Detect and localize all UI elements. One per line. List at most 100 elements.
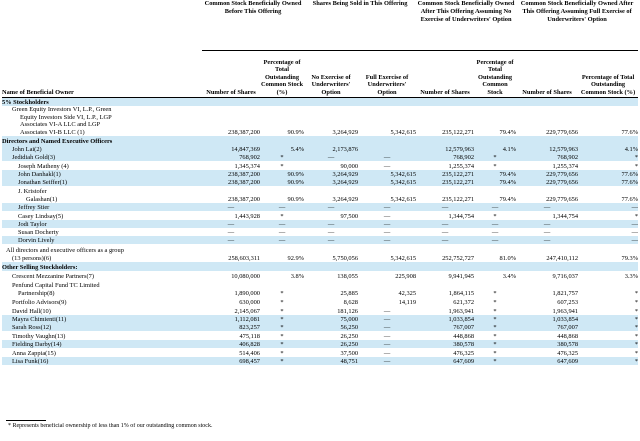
- table-cell: —: [278, 228, 286, 236]
- table-cell: *: [280, 298, 284, 306]
- table-cell: 9,716,037: [552, 272, 579, 280]
- table-cell: 5,342,615: [390, 254, 417, 262]
- row-name: Dorvin Lively: [2, 236, 202, 244]
- table-cell: —: [383, 349, 391, 357]
- row-name: Fielding Darby(14): [2, 340, 202, 348]
- row-name: John Lai(2): [2, 145, 202, 153]
- footnote-rule: [6, 420, 46, 421]
- table-cell: —: [631, 228, 639, 236]
- table-cell: 79.4%: [474, 178, 517, 186]
- table-cell: —: [358, 236, 417, 244]
- row-name: Susan Docherty: [18, 228, 59, 236]
- table-cell: —: [358, 357, 417, 365]
- table-cell: —: [474, 220, 517, 228]
- table-cell: 75,000: [304, 315, 359, 323]
- table-cell: *: [280, 162, 284, 170]
- table-cell: *: [474, 315, 517, 323]
- table-cell: 77.6%: [621, 195, 639, 203]
- table-cell: 79.4%: [499, 195, 517, 203]
- table-cell: 1,112,081: [202, 315, 260, 323]
- table-cell: —: [260, 220, 305, 228]
- table-cell: —: [358, 315, 417, 323]
- ownership-table-page: Common Stock Beneficially Owned Before T…: [0, 0, 640, 441]
- table-cell: 3.8%: [290, 272, 305, 280]
- table-cell: 14,847,369: [202, 145, 260, 153]
- table-cell: 235,122,271: [416, 178, 475, 186]
- table-cell: *: [260, 340, 305, 348]
- blank-header: [2, 0, 202, 50]
- row-name: Casey Lindsay(5): [18, 212, 64, 220]
- table-cell: *: [280, 332, 284, 340]
- footnote: * Represents beneficial ownership of les…: [8, 423, 213, 429]
- table-cell: —: [227, 228, 235, 236]
- table-cell: —: [383, 228, 391, 236]
- table-cell: *: [474, 340, 517, 348]
- table-cell: 380,578: [416, 340, 475, 348]
- table-cell: 5.4%: [260, 145, 305, 153]
- table-cell: 79.4%: [499, 128, 517, 136]
- table-cell: 3,264,929: [304, 178, 359, 186]
- section-other-sellers: Other Selling Stockholders:: [2, 262, 639, 271]
- table-cell: 448,868: [453, 332, 475, 340]
- table-cell: —: [383, 307, 391, 315]
- table-cell: 647,609: [516, 357, 579, 365]
- table-cell: 5,342,615: [390, 195, 417, 203]
- row-name: Jodi Taylor: [2, 220, 202, 228]
- table-cell: *: [578, 340, 639, 348]
- table-cell: *: [493, 307, 497, 315]
- header-num-shares-2: Number of Shares: [416, 50, 475, 98]
- table-cell: —: [474, 203, 517, 211]
- table-cell: *: [474, 357, 517, 365]
- table-cell: 238,387,200: [228, 128, 260, 136]
- table-cell: 4.1%: [474, 145, 517, 153]
- header-before-offering: Common Stock Beneficially Owned Before T…: [202, 0, 305, 51]
- table-cell: *: [634, 289, 639, 297]
- table-cell: —: [491, 228, 499, 236]
- penfund-name: Penfund Capital Fund TC Limited Partners…: [12, 282, 100, 297]
- table-cell: —: [543, 228, 551, 236]
- table-cell: 2,173,876: [304, 145, 359, 153]
- table-cell: *: [280, 289, 284, 297]
- table-cell: [358, 145, 417, 153]
- table-cell: *: [474, 323, 517, 331]
- table-cell: 97,500: [340, 212, 359, 220]
- table-cell: *: [493, 298, 497, 306]
- table-cell: *: [493, 349, 497, 357]
- table-cell: 14,119: [398, 298, 417, 306]
- table-cell: 247,410,112: [546, 254, 579, 262]
- table-cell: 181,126: [337, 307, 359, 315]
- table-cell: 238,387,200: [202, 178, 260, 186]
- table-cell: 1,821,757: [552, 289, 579, 297]
- table-cell: 698,457: [202, 357, 260, 365]
- table-cell: 79.3%: [621, 254, 639, 262]
- table-cell: —: [416, 220, 475, 228]
- table-cell: 25,885: [340, 289, 359, 297]
- table-cell: 9,941,945: [448, 272, 475, 280]
- table-cell: 229,779,656: [546, 128, 579, 136]
- table-cell: 1,963,941: [552, 307, 579, 315]
- table-cell: 448,868: [557, 332, 579, 340]
- table-cell: —: [358, 323, 417, 331]
- table-cell: 1,890,000: [234, 289, 260, 297]
- table-cell: —: [202, 236, 260, 244]
- table-cell: *: [493, 289, 497, 297]
- table-cell: *: [493, 212, 497, 220]
- table-cell: —: [383, 212, 391, 220]
- row-name: David Hall(10): [12, 307, 51, 315]
- table-cell: 5,750,056: [332, 254, 359, 262]
- table-cell: *: [260, 315, 305, 323]
- table-cell: *: [280, 307, 284, 315]
- table-cell: *: [578, 315, 639, 323]
- table-cell: 406,828: [202, 340, 260, 348]
- table-cell: 1,255,374: [448, 162, 475, 170]
- table-cell: 621,372: [453, 298, 475, 306]
- table-cell: 1,033,854: [516, 315, 579, 323]
- table-cell: 380,578: [516, 340, 579, 348]
- row-name: Mayra Chimienti(11): [2, 315, 202, 323]
- table-cell: —: [578, 220, 639, 228]
- table-cell: —: [304, 203, 359, 211]
- row-name: John Danhakl(1): [2, 170, 202, 178]
- table-cell: 5,342,615: [358, 178, 417, 186]
- table-cell: *: [578, 153, 639, 161]
- header-name: Name of Beneficial Owner: [2, 50, 202, 98]
